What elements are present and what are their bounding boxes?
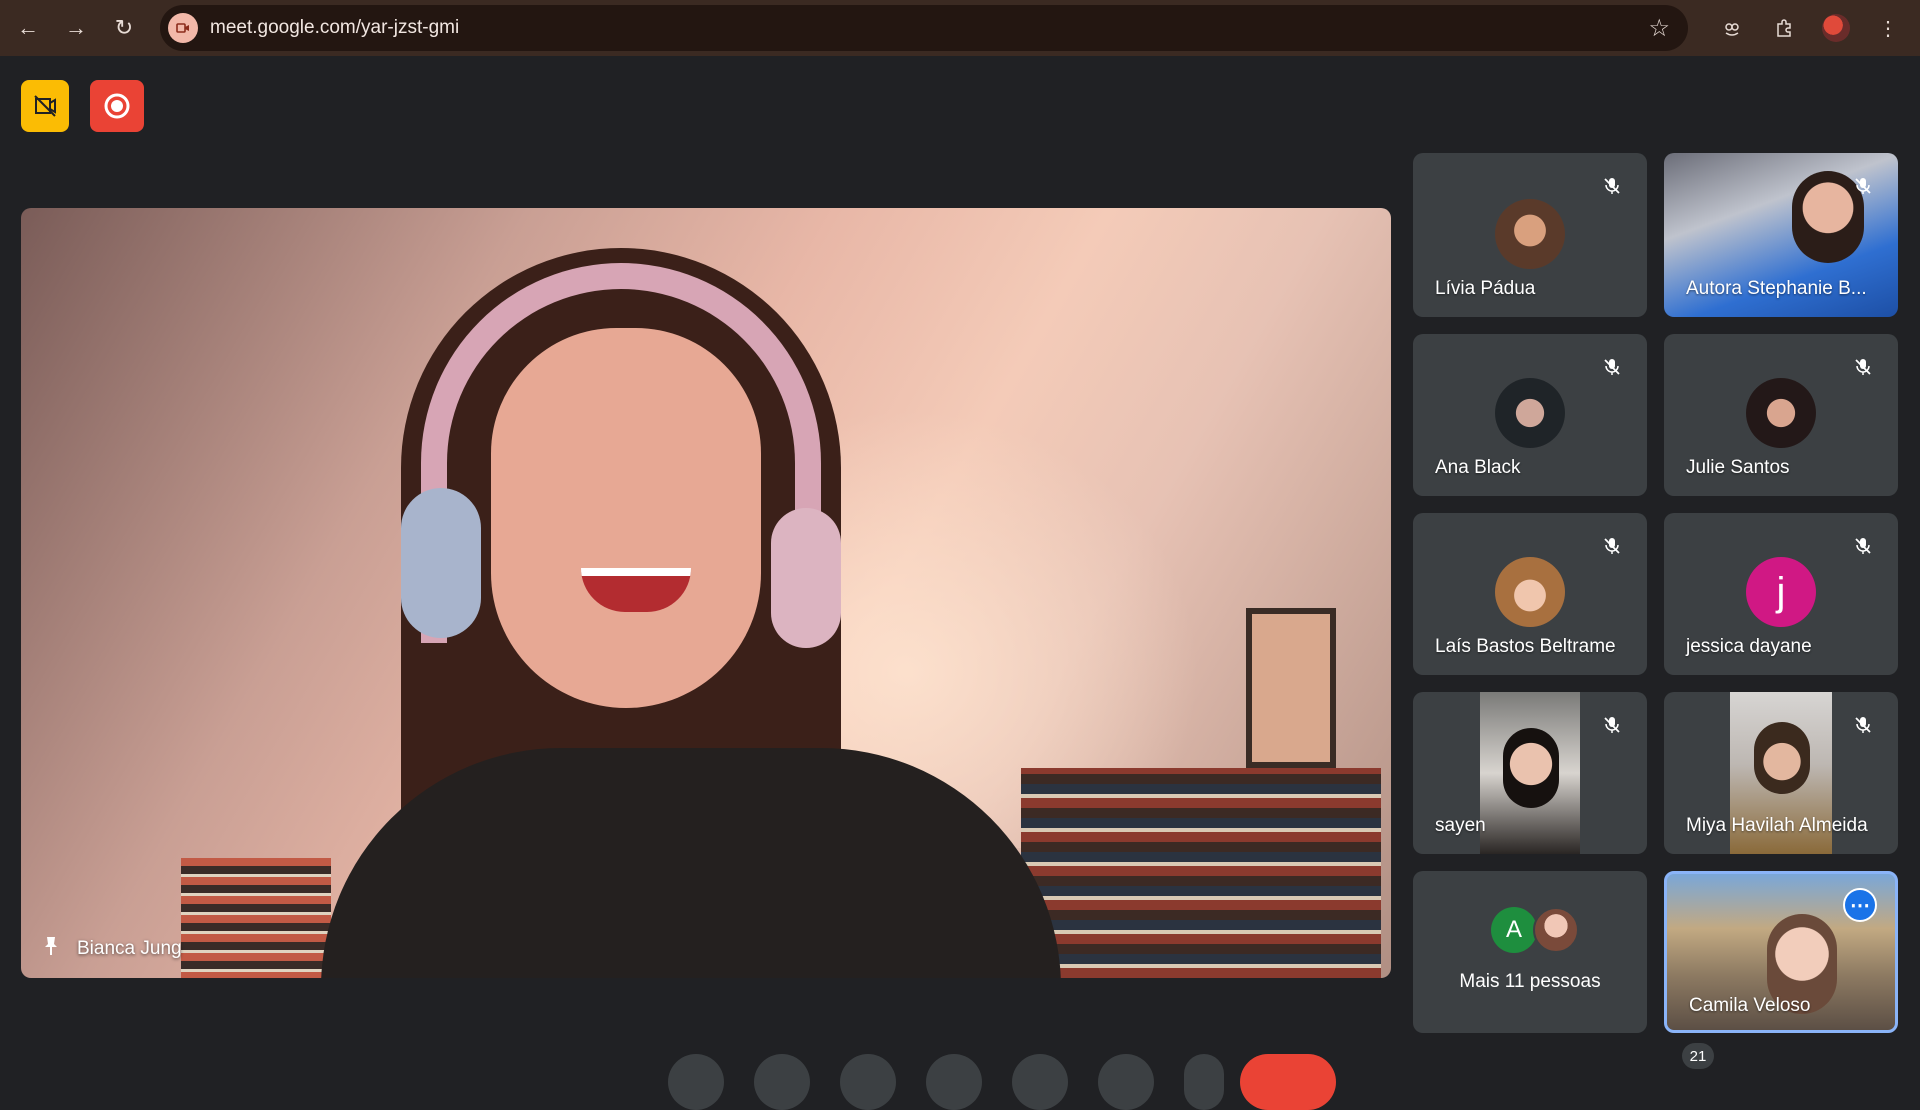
participant-avatar [1495,199,1565,269]
record-icon[interactable] [90,80,144,132]
participant-name: Julie Santos [1686,457,1790,478]
speaker-headset [421,263,821,643]
more-options-button[interactable] [1184,1054,1224,1110]
meeting-controls-bar [0,1050,1920,1110]
mic-button[interactable] [668,1054,724,1110]
mic-off-icon [1850,712,1876,738]
main-speaker-video[interactable]: Bianca Jung [21,208,1391,978]
menu-kebab-icon[interactable]: ⋮ [1868,8,1908,48]
reactions-button[interactable] [926,1054,982,1110]
participant-tile[interactable]: sayen [1413,692,1647,854]
participant-letter-avatar: j [1746,557,1816,627]
more-participants-label: Mais 11 pessoas [1459,971,1601,992]
headset-ear-left [401,488,481,638]
mic-off-icon [1599,354,1625,380]
participant-tile[interactable]: Lívia Pádua [1413,153,1647,317]
participant-name: Camila Veloso [1689,995,1811,1016]
mic-off-icon [1599,712,1625,738]
present-button[interactable] [1012,1054,1068,1110]
mic-off-icon [1850,173,1876,199]
participant-avatar [1495,378,1565,448]
participant-tile[interactable]: Laís Bastos Beltrame [1413,513,1647,675]
participant-tile[interactable]: Autora Stephanie B... [1664,153,1898,317]
participant-tile[interactable]: Julie Santos [1664,334,1898,496]
participant-tile[interactable]: Ana Black [1413,334,1647,496]
forward-icon[interactable]: → [56,8,96,48]
mic-off-icon [1850,354,1876,380]
no-video-icon[interactable] [21,80,69,132]
participant-tile[interactable]: j jessica dayane [1664,513,1898,675]
participant-avatar [1495,557,1565,627]
profile-avatar[interactable] [1816,8,1856,48]
video-books-left [181,858,331,978]
participant-name: Lívia Pádua [1435,278,1536,299]
browser-toolbar: ← → ↻ meet.google.com/yar-jzst-gmi ☆ ⋮ [0,0,1920,56]
captions-button[interactable] [840,1054,896,1110]
video-picture-frame [1246,608,1336,768]
mic-off-icon [1599,173,1625,199]
back-icon[interactable]: ← [8,8,48,48]
camera-button[interactable] [754,1054,810,1110]
letter-avatar: A [1491,907,1537,953]
more-participants-tile[interactable]: A Mais 11 pessoas [1413,871,1647,1033]
main-speaker-name: Bianca Jung [77,938,182,959]
mic-off-icon [1599,533,1625,559]
extension-owl-icon[interactable] [1712,8,1752,48]
photo-avatar [1533,907,1579,953]
participant-face [1503,728,1559,808]
participant-name: sayen [1435,815,1486,836]
raise-hand-button[interactable] [1098,1054,1154,1110]
reload-icon[interactable]: ↻ [104,8,144,48]
participant-name: Ana Black [1435,457,1521,478]
site-camera-icon[interactable] [168,13,198,43]
participant-name: Autora Stephanie B... [1686,278,1867,299]
main-speaker-label: Bianca Jung [39,934,182,964]
participant-tile-selected[interactable]: ⋯ Camila Veloso [1664,871,1898,1033]
url-text[interactable]: meet.google.com/yar-jzst-gmi [210,17,459,39]
headset-ear-right [771,508,841,648]
leave-call-button[interactable] [1240,1054,1336,1110]
bookmark-star-icon[interactable]: ☆ [1648,14,1670,43]
participant-name: jessica dayane [1686,636,1812,657]
video-books-stack [1021,768,1381,978]
more-options-icon[interactable]: ⋯ [1843,888,1877,922]
participant-tile[interactable]: Miya Havilah Almeida [1664,692,1898,854]
participant-face [1754,722,1810,794]
participant-avatar [1746,378,1816,448]
more-avatars-group: A [1491,907,1579,953]
address-bar[interactable]: meet.google.com/yar-jzst-gmi ☆ [160,5,1688,51]
pin-icon[interactable] [39,934,63,964]
extensions-puzzle-icon[interactable] [1764,8,1804,48]
participant-name: Laís Bastos Beltrame [1435,636,1616,657]
mic-off-icon [1850,533,1876,559]
participant-name: Miya Havilah Almeida [1686,815,1868,836]
